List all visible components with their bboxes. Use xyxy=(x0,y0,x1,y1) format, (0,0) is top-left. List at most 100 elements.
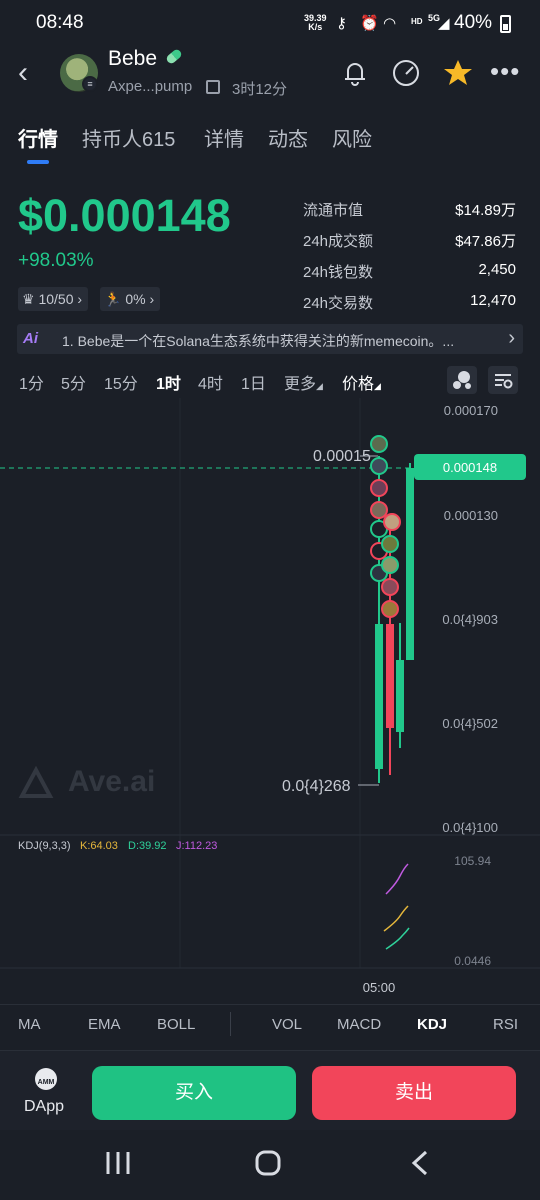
hd-icon: HD xyxy=(411,17,423,26)
ai-summary-banner[interactable]: Ai 1. Bebe是一个在Solana生态系统中获得关注的新memecoin。… xyxy=(17,324,523,354)
chain-badge-icon: ≡ xyxy=(82,76,98,92)
trader-avatar[interactable] xyxy=(381,535,399,553)
runner-icon: 🏃 xyxy=(104,291,122,307)
divider xyxy=(0,1004,540,1005)
stat-value: 2,450 xyxy=(478,261,516,278)
price-change: +98.03% xyxy=(18,250,94,271)
alarm-icon: ⏰ xyxy=(360,15,379,32)
current-price: $0.000148 xyxy=(18,190,231,241)
nav-back-icon[interactable] xyxy=(408,1149,432,1177)
trader-avatar[interactable] xyxy=(370,457,388,475)
candle xyxy=(406,468,414,660)
tab-activity[interactable]: 动态 xyxy=(268,123,308,152)
trader-avatar[interactable] xyxy=(370,435,388,453)
kdj-axis-top: 105.94 xyxy=(454,854,491,868)
indicator-macd[interactable]: MACD xyxy=(337,1016,381,1033)
token-address: Axpe...pump xyxy=(108,78,193,95)
pill-icon xyxy=(164,47,184,66)
stat-label: 24h交易数 xyxy=(303,295,374,312)
back-button[interactable]: ‹ xyxy=(18,58,28,88)
ai-logo-icon: Ai xyxy=(23,330,38,347)
tab-details[interactable]: 详情 xyxy=(204,123,244,152)
kdj-axis-bottom: 0.0446 xyxy=(454,954,491,968)
token-name: Bebe xyxy=(108,47,158,70)
chevron-right-icon: › xyxy=(508,327,515,349)
candle xyxy=(375,624,383,769)
stat-label: 24h成交额 xyxy=(303,233,374,250)
wifi-icon: ◠ xyxy=(383,15,397,32)
network-speed: 39.39 K/s xyxy=(304,13,327,32)
timeframe-1d[interactable]: 1日 xyxy=(241,370,266,394)
timeframe-more[interactable]: 更多◢ xyxy=(284,370,323,394)
y-axis-label: 0.000130 xyxy=(444,508,498,523)
indicator-kdj[interactable]: KDJ xyxy=(417,1016,447,1033)
trader-avatar[interactable] xyxy=(381,556,399,574)
timeframe-15m[interactable]: 15分 xyxy=(104,370,138,394)
gauge-icon[interactable] xyxy=(390,58,422,88)
indicator-vol[interactable]: VOL xyxy=(272,1016,302,1033)
dropdown-triangle-icon: ◢ xyxy=(374,381,381,391)
sell-button[interactable]: 卖出 xyxy=(312,1066,516,1120)
watermark-text: Ave.ai xyxy=(68,765,155,798)
trader-avatar[interactable] xyxy=(381,578,399,596)
y-axis-label: 0.000170 xyxy=(444,403,498,418)
indicator-rsi[interactable]: RSI xyxy=(493,1016,518,1033)
timeframe-1h[interactable]: 1时 xyxy=(156,370,181,394)
signal-icon: ◢ xyxy=(438,15,450,32)
bubbles-icon xyxy=(453,371,471,389)
kdj-j-line xyxy=(385,863,409,895)
kdj-d-value: D:39.92 xyxy=(128,840,167,852)
watermark-logo: Ave.ai xyxy=(18,765,155,798)
dapp-button[interactable]: DApp xyxy=(24,1098,64,1116)
bell-icon[interactable] xyxy=(340,58,370,88)
current-price-tag-text: 0.000148 xyxy=(443,460,497,475)
active-tab-indicator xyxy=(27,160,49,164)
timeframe-1m[interactable]: 1分 xyxy=(19,370,44,394)
ai-summary-text: 1. Bebe是一个在Solana生态系统中获得关注的新memecoin。... xyxy=(62,333,455,349)
timeframe-5m[interactable]: 5分 xyxy=(61,370,86,394)
price-chart[interactable]: Ave.ai 0.000170 0.000130 0.0{4}903 0.0{4… xyxy=(0,398,540,1008)
indicator-separator xyxy=(230,1012,231,1036)
trader-avatar[interactable] xyxy=(370,479,388,497)
amm-icon[interactable]: AMM xyxy=(35,1068,57,1090)
time-axis-label: 05:00 xyxy=(363,980,396,995)
recent-apps-icon[interactable] xyxy=(104,1150,132,1176)
chart-style-button[interactable] xyxy=(447,366,477,394)
low-price-label: 0.0{4}268 xyxy=(282,778,351,795)
star-icon[interactable] xyxy=(442,58,474,88)
y-axis-label: 0.0{4}502 xyxy=(442,716,498,731)
candle xyxy=(386,624,394,728)
clock: 08:48 xyxy=(36,12,84,33)
indicator-ma[interactable]: MA xyxy=(18,1016,41,1033)
home-icon[interactable] xyxy=(254,1149,282,1177)
holders-chip[interactable]: ♛ 10/50 › xyxy=(18,287,89,311)
stat-value: $14.89万 xyxy=(455,202,516,219)
stat-label: 24h钱包数 xyxy=(303,264,374,281)
battery-percent: 40% xyxy=(454,12,493,33)
more-icon[interactable]: ••• xyxy=(490,56,520,87)
battery-icon xyxy=(500,15,511,33)
trader-avatar[interactable] xyxy=(383,513,401,531)
trader-avatar[interactable] xyxy=(370,501,388,519)
sniper-chip[interactable]: 🏃 0% › xyxy=(100,287,161,311)
indicator-ema[interactable]: EMA xyxy=(88,1016,121,1033)
indicator-boll[interactable]: BOLL xyxy=(157,1016,195,1033)
kdj-d-line xyxy=(385,927,410,950)
copy-icon[interactable] xyxy=(206,80,220,94)
token-age: 3时12分 xyxy=(232,81,288,98)
chart-settings-button[interactable] xyxy=(488,366,518,394)
tab-market[interactable]: 行情 xyxy=(18,123,58,152)
stat-value: $47.86万 xyxy=(455,233,516,250)
tab-risk[interactable]: 风险 xyxy=(332,123,372,152)
tab-holders[interactable]: 持币人615 xyxy=(82,123,175,152)
dropdown-triangle-icon: ◢ xyxy=(316,381,323,391)
trader-avatars[interactable] xyxy=(370,435,401,618)
key-icon: ⚷ xyxy=(336,15,347,32)
trader-avatar[interactable] xyxy=(381,600,399,618)
buy-button[interactable]: 买入 xyxy=(92,1066,296,1120)
candle xyxy=(396,660,404,732)
y-axis-label: 0.0{4}100 xyxy=(442,820,498,835)
timeframe-4h[interactable]: 4时 xyxy=(198,370,223,394)
price-mode-select[interactable]: 价格◢ xyxy=(342,370,381,394)
status-bar: 08:48 39.39 K/s ⚷ ⏰ ◠ HD 5G ◢ 40% xyxy=(0,0,540,46)
